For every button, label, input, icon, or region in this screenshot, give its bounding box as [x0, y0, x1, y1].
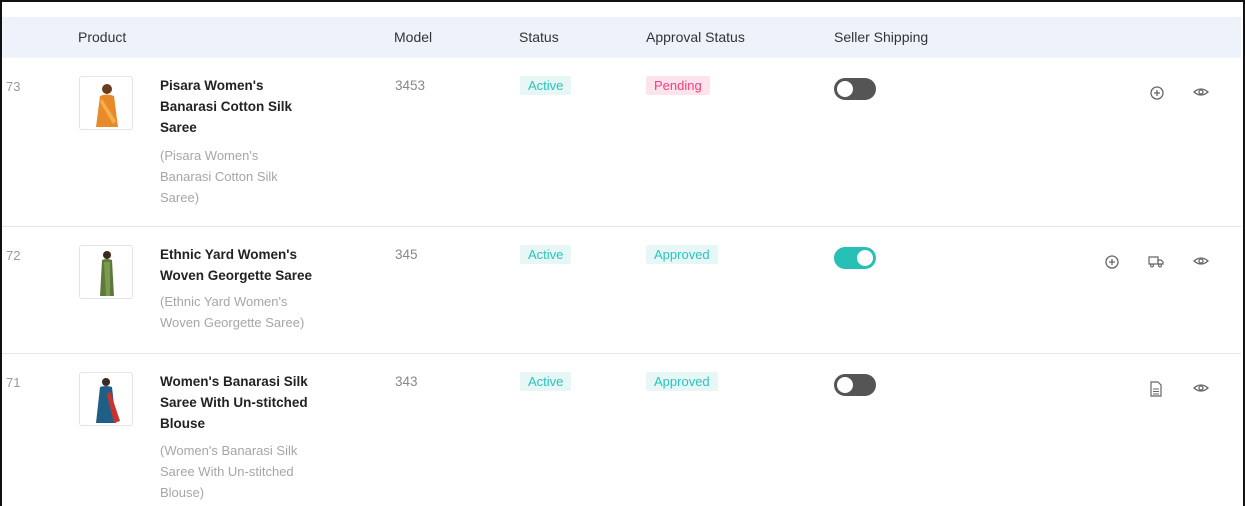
product-subtitle: (Pisara Women's Banarasi Cotton Silk Sar…: [160, 148, 278, 205]
product-subtitle: (Women's Banarasi Silk Saree With Un-sti…: [160, 443, 298, 500]
status-badge: Active: [520, 245, 572, 264]
product-thumbnail[interactable]: [79, 76, 133, 130]
status-badge: Active: [520, 76, 572, 95]
column-header-model: Model: [394, 29, 433, 45]
approval-badge: Approved: [646, 372, 718, 391]
saree-image-blue-red: [96, 378, 120, 423]
seller-shipping-toggle[interactable]: [834, 78, 876, 100]
product-subtitle: (Ethnic Yard Women's Woven Georgette Sar…: [160, 294, 305, 330]
table-row: 72 Ethnic Yard Women's Woven Georgette S…: [2, 227, 1241, 354]
saree-image-green: [100, 251, 114, 296]
table-row: 73 Pisara Women's Banarasi Cotton Silk S…: [2, 58, 1241, 227]
seller-shipping-toggle[interactable]: [834, 374, 876, 396]
column-header-approval-status: Approval Status: [646, 29, 745, 45]
model-value: 343: [395, 374, 418, 389]
toggle-knob: [857, 250, 873, 266]
product-name[interactable]: Women's Banarasi Silk Saree With Un-stit…: [160, 371, 340, 434]
column-header-status: Status: [519, 29, 559, 45]
row-id: 73: [6, 79, 21, 94]
approval-badge: Approved: [646, 245, 718, 264]
toggle-knob: [837, 377, 853, 393]
eye-icon[interactable]: [1192, 83, 1210, 101]
add-circle-icon[interactable]: [1148, 84, 1166, 102]
row-id: 71: [6, 375, 21, 390]
status-badge: Active: [520, 372, 572, 391]
document-icon[interactable]: [1147, 380, 1165, 398]
product-name[interactable]: Ethnic Yard Women's Woven Georgette Sare…: [160, 244, 340, 286]
table-header: [2, 17, 1241, 58]
column-header-product: Product: [78, 29, 127, 45]
product-thumbnail[interactable]: [79, 372, 133, 426]
model-value: 3453: [395, 78, 426, 93]
column-header-seller-shipping: Seller Shipping: [834, 29, 929, 45]
add-circle-icon[interactable]: [1103, 253, 1121, 271]
model-value: 345: [395, 247, 418, 262]
approval-badge: Pending: [646, 76, 710, 95]
eye-icon[interactable]: [1192, 379, 1210, 397]
toggle-knob: [837, 81, 853, 97]
truck-icon[interactable]: [1147, 252, 1165, 270]
table-row: 71 Women's Banarasi Silk Saree With Un-s…: [2, 354, 1241, 506]
row-id: 72: [6, 248, 21, 263]
product-name[interactable]: Pisara Women's Banarasi Cotton Silk Sare…: [160, 75, 340, 138]
seller-shipping-toggle[interactable]: [834, 247, 876, 269]
product-thumbnail[interactable]: [79, 245, 133, 299]
saree-image-orange: [96, 84, 118, 127]
eye-icon[interactable]: [1192, 252, 1210, 270]
